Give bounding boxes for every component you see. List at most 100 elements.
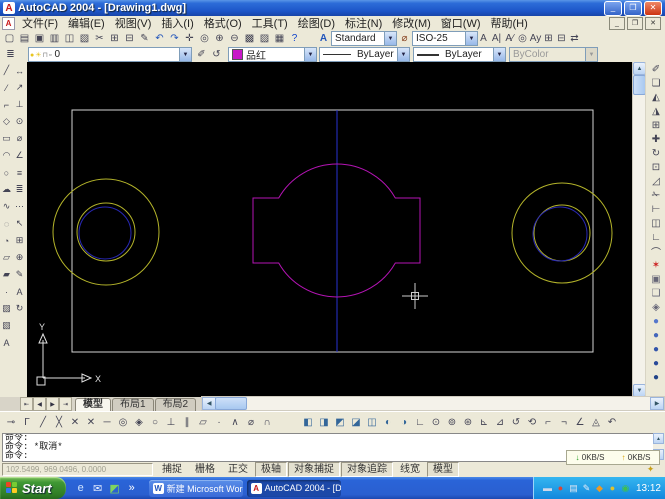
tab-布局2[interactable]: 布局2 xyxy=(155,398,197,411)
trim-icon[interactable]: ✁ xyxy=(648,188,664,202)
chevron-down-icon[interactable]: ▼ xyxy=(304,48,316,61)
layer-lock-icon-icon[interactable]: ⊓ xyxy=(43,52,48,59)
region-icon[interactable]: ▧ xyxy=(0,317,13,334)
line-icon[interactable]: ╱ xyxy=(0,62,13,79)
rectangle-icon[interactable]: ▭ xyxy=(0,130,13,147)
ordinate-dimension-icon[interactable]: ⊥ xyxy=(13,96,26,113)
shade-gouraud-icon[interactable]: ● xyxy=(648,370,664,384)
menu-修改(M)[interactable]: 修改(M) xyxy=(387,18,436,30)
tab-prev-icon[interactable]: ◀ xyxy=(33,397,46,411)
communication-center-icon[interactable]: ✦ xyxy=(644,464,657,476)
tab-布局1[interactable]: 布局1 xyxy=(112,398,154,411)
ellipse-arc-icon[interactable]: ◔ xyxy=(0,232,13,249)
text-style-dialog-icon[interactable]: Ay xyxy=(529,31,542,45)
minimize-icon[interactable]: _ xyxy=(604,1,622,16)
layer-on-icon-icon[interactable]: ● xyxy=(30,52,34,59)
offset-icon[interactable]: ◮ xyxy=(648,104,664,118)
render-icon[interactable]: ▣ xyxy=(648,272,664,286)
drawing-viewport[interactable]: YX xyxy=(27,62,632,397)
snap-extension-icon[interactable]: ─ xyxy=(99,414,115,430)
scale-icon[interactable]: ⊡ xyxy=(648,160,664,174)
diameter-dimension-icon[interactable]: ⌀ xyxy=(13,130,26,147)
stretch-icon[interactable]: ◿ xyxy=(648,174,664,188)
status-toggle-正交[interactable]: 正交 xyxy=(222,462,254,477)
shade-2d-wireframe-icon[interactable]: ● xyxy=(648,314,664,328)
status-toggle-对象追踪[interactable]: 对象追踪 xyxy=(341,462,393,477)
menu-工具(T)[interactable]: 工具(T) xyxy=(247,18,293,30)
hatch-icon[interactable]: ▨ xyxy=(0,300,13,317)
erase-icon[interactable]: ✐ xyxy=(648,62,664,76)
front-view-icon[interactable]: ◫ xyxy=(364,414,380,430)
extend-icon[interactable]: ⊢ xyxy=(648,202,664,216)
linear-dimension-icon[interactable]: ↔ xyxy=(13,62,26,79)
polygon-icon[interactable]: ◇ xyxy=(0,113,13,130)
layer-freeze-icon-icon[interactable]: ☀ xyxy=(35,52,41,59)
array-icon[interactable]: ⊞ xyxy=(648,118,664,132)
snap-center-icon[interactable]: ◎ xyxy=(115,414,131,430)
snap-endpoint-icon[interactable]: ╱ xyxy=(35,414,51,430)
scroll-up-icon[interactable]: ▲ xyxy=(653,433,664,444)
tolerance-icon[interactable]: ⊞ xyxy=(13,232,26,249)
menu-格式(O)[interactable]: 格式(O) xyxy=(199,18,247,30)
ellipse-icon[interactable]: ◌ xyxy=(0,215,13,232)
dimension-text-edit-icon[interactable]: A xyxy=(13,283,26,300)
face-ucs-icon[interactable]: ⊛ xyxy=(460,414,476,430)
dimension-edit-icon[interactable]: ✎ xyxy=(13,266,26,283)
menu-编辑(E)[interactable]: 编辑(E) xyxy=(63,18,110,30)
pan-realtime-icon[interactable]: ✛ xyxy=(182,31,197,45)
taskbar-task[interactable]: W新建 Microsoft Word ... xyxy=(149,480,243,497)
tray-download-icon[interactable]: ◆ xyxy=(594,483,605,494)
layer-manager-icon[interactable]: ≣ xyxy=(3,47,18,61)
layer-dropdown[interactable]: ●☀⊓▫ 0 ▼ xyxy=(28,47,192,62)
zoom-realtime-icon[interactable]: ◎ xyxy=(197,31,212,45)
dimension-update-icon[interactable]: ↻ xyxy=(13,300,26,317)
linetype-dropdown[interactable]: ByLayer ▼ xyxy=(319,47,410,62)
quicklaunch-more-icon[interactable]: » xyxy=(125,481,139,495)
angular-dimension-icon[interactable]: ∠ xyxy=(13,147,26,164)
revision-cloud-icon[interactable]: ☁ xyxy=(0,181,13,198)
status-toggle-栅格[interactable]: 栅格 xyxy=(189,462,221,477)
publish-icon[interactable]: ▧ xyxy=(77,31,92,45)
z-axis-ucs-icon[interactable]: ↺ xyxy=(508,414,524,430)
menu-绘图(D)[interactable]: 绘图(D) xyxy=(293,18,340,30)
scenes-icon[interactable]: ❑ xyxy=(648,286,664,300)
paste-icon[interactable]: ⊟ xyxy=(122,31,137,45)
multiline-text-icon[interactable]: A xyxy=(0,334,13,351)
spline-icon[interactable]: ∿ xyxy=(0,198,13,215)
snap-perpendicular-icon[interactable]: ⊥ xyxy=(163,414,179,430)
fillet-icon[interactable]: ⌒ xyxy=(648,244,664,258)
camera-icon[interactable]: ◑ xyxy=(396,414,412,430)
point-icon[interactable]: · xyxy=(0,283,13,300)
tray-input-icon[interactable]: ✎ xyxy=(581,483,592,494)
horizontal-scrollbar[interactable]: ◀ ▶ xyxy=(201,396,665,411)
tab-first-icon[interactable]: ⇤ xyxy=(20,397,33,411)
continue-dimension-icon[interactable]: ⋯ xyxy=(13,198,26,215)
space-convert-icon[interactable]: ⇄ xyxy=(568,31,581,45)
help-icon[interactable]: ? xyxy=(287,31,302,45)
construction-line-icon[interactable]: ⁄ xyxy=(0,79,13,96)
break-icon[interactable]: ◫ xyxy=(648,216,664,230)
bottom-view-icon[interactable]: ◩ xyxy=(332,414,348,430)
top-view-icon[interactable]: ◨ xyxy=(316,414,332,430)
chamfer-icon[interactable]: ∟ xyxy=(648,230,664,244)
plot-icon[interactable]: ▥ xyxy=(47,31,62,45)
layer-previous-icon[interactable]: ↺ xyxy=(209,47,224,61)
horizontal-scroll-thumb[interactable] xyxy=(215,397,247,410)
chevron-down-icon[interactable]: ▼ xyxy=(493,48,505,61)
chevron-down-icon[interactable]: ▼ xyxy=(384,32,396,45)
ucs-icon[interactable]: ∟ xyxy=(412,414,428,430)
new-icon[interactable]: ▢ xyxy=(2,31,17,45)
snap-insert-icon[interactable]: ▱ xyxy=(195,414,211,430)
color-dropdown[interactable]: 品红 ▼ xyxy=(228,47,317,62)
x-rotate-ucs-icon[interactable]: ⌐ xyxy=(540,414,556,430)
snap-apparent-intersection-icon[interactable]: ✕ xyxy=(83,414,99,430)
copy-clip-icon[interactable]: ⊞ xyxy=(107,31,122,45)
cut-icon[interactable]: ✂ xyxy=(92,31,107,45)
mdi-restore-icon[interactable]: ❐ xyxy=(627,17,643,30)
status-toggle-捕捉[interactable]: 捕捉 xyxy=(156,462,188,477)
apply-ucs-icon[interactable]: ◬ xyxy=(588,414,604,430)
object-ucs-icon[interactable]: ⊚ xyxy=(444,414,460,430)
menu-标注(N)[interactable]: 标注(N) xyxy=(340,18,387,30)
tray-security-icon[interactable]: ◉ xyxy=(620,483,631,494)
osnap-settings-icon[interactable]: ∩ xyxy=(259,414,275,430)
